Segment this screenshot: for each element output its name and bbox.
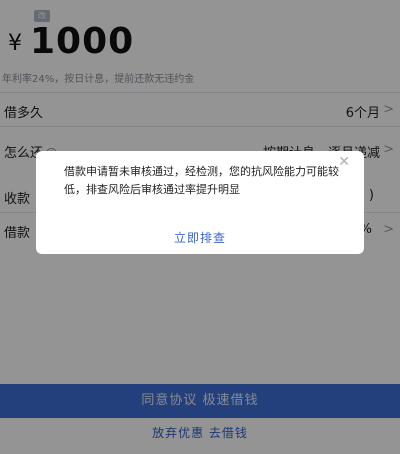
- check-now-button[interactable]: 立即排查: [36, 229, 364, 246]
- review-result-dialog: ✕ 借款申请暂未审核通过，经检测，您的抗风险能力可能较低，排查风险后审核通过率提…: [36, 151, 364, 254]
- dialog-message: 借款申请暂未审核通过，经检测，您的抗风险能力可能较低，排查风险后审核通过率提升明…: [64, 165, 339, 196]
